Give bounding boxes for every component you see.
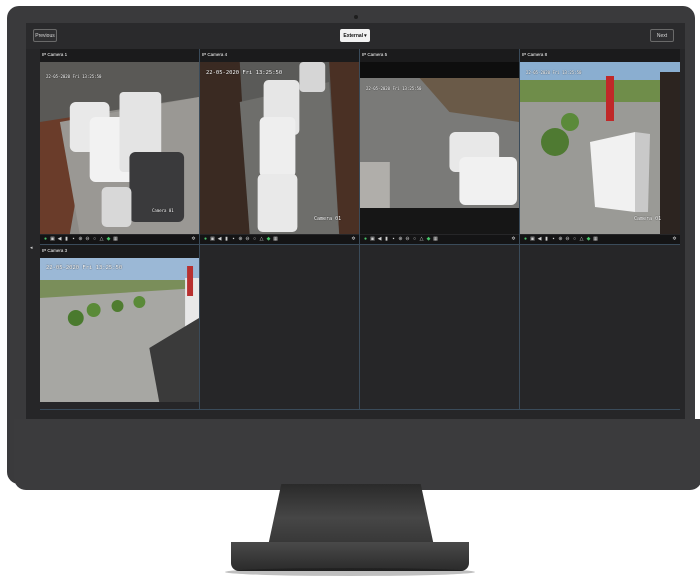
chevron-down-icon: ▾ (364, 32, 367, 39)
camera-tile[interactable]: IP Camera 4 22-05-2020 Fri 13:25:50 Came… (200, 49, 360, 245)
view-select[interactable]: External ▾ (340, 29, 370, 42)
camera-grid: IP Camera 1 22-05-2020 Fri 13:25:50 Came… (40, 49, 680, 410)
lock-icon[interactable]: ▮ (64, 237, 69, 242)
view-select-value: External (343, 32, 364, 39)
record-icon[interactable]: ● (523, 237, 528, 242)
light-icon[interactable]: △ (99, 237, 104, 242)
zoom-in-icon[interactable]: ⊕ (558, 237, 563, 242)
osd-timestamp: 22-05-2020 Fri 13:25:50 (366, 86, 422, 91)
camera-title: IP Camera 8 (520, 49, 680, 62)
camera-title: IP Camera 5 (360, 49, 519, 62)
camera-controls: ● ▣ ◀ ▮ ▪ ⊕ ⊖ ○ △ ◆ ▦ ✲ (200, 235, 359, 244)
camera-feed[interactable]: 22-05-2020 Fri 13:25:50 Camera 01 (520, 62, 680, 234)
monitor-stand-neck (268, 484, 434, 546)
camera-tile[interactable]: IP Camera 3 22-05-2020 Fri 13:25:50 (40, 245, 200, 410)
snapshot-icon[interactable]: ▣ (50, 237, 55, 242)
webcam-dot (354, 15, 358, 19)
next-button[interactable]: Next (650, 29, 674, 42)
light-icon[interactable]: △ (419, 237, 424, 242)
zoom-in-icon[interactable]: ⊕ (398, 237, 403, 242)
camera-feed[interactable]: 22-05-2020 Fri 13:25:50 Camera 01 (200, 62, 359, 234)
camera-tile[interactable]: IP Camera 1 22-05-2020 Fri 13:25:50 Came… (40, 49, 200, 245)
settings-icon[interactable]: ✲ (191, 237, 196, 242)
zoom-out-icon[interactable]: ⊖ (405, 237, 410, 242)
snapshot-icon[interactable]: ▣ (370, 237, 375, 242)
empty-camera-slot[interactable] (360, 245, 520, 410)
record-icon[interactable]: ● (43, 237, 48, 242)
collapse-panel-icon[interactable]: ◂ (30, 245, 33, 251)
previous-button[interactable]: Previous (33, 29, 57, 42)
zoom-out-icon[interactable]: ⊖ (245, 237, 250, 242)
monitor-chin (14, 419, 700, 490)
empty-camera-slot[interactable] (200, 245, 360, 410)
osd-timestamp: 22-05-2020 Fri 13:25:50 (526, 70, 582, 75)
osd-camera-label: Camera 01 (634, 216, 662, 222)
color-icon[interactable]: ◆ (586, 237, 591, 242)
lock-icon[interactable]: ▮ (544, 237, 549, 242)
monitor-stand-base (231, 542, 469, 571)
info-icon[interactable]: ▦ (113, 237, 118, 242)
zoom-out-icon[interactable]: ⊖ (565, 237, 570, 242)
info-icon[interactable]: ▦ (433, 237, 438, 242)
lock-icon[interactable]: ▮ (224, 237, 229, 242)
osd-timestamp: 22-05-2020 Fri 13:25:50 (46, 265, 123, 271)
audio-icon[interactable]: ◀ (537, 237, 542, 242)
camera-controls: ● ▣ ◀ ▮ ▪ ⊕ ⊖ ○ △ ◆ ▦ ✲ (520, 235, 680, 244)
osd-camera-label: Camera 01 (152, 208, 174, 213)
light-icon[interactable]: △ (259, 237, 264, 242)
stand-shadow (225, 568, 475, 576)
color-icon[interactable]: ◆ (266, 237, 271, 242)
lock-icon[interactable]: ▮ (384, 237, 389, 242)
empty-camera-slot[interactable] (520, 245, 680, 410)
snapshot-icon[interactable]: ▣ (210, 237, 215, 242)
settings-icon[interactable]: ✲ (511, 237, 516, 242)
camera-feed[interactable]: 22-05-2020 Fri 13:25:50 (360, 62, 519, 234)
zoom-out-icon[interactable]: ⊖ (85, 237, 90, 242)
zoom-in-icon[interactable]: ⊕ (78, 237, 83, 242)
settings-icon[interactable]: ✲ (351, 237, 356, 242)
play-icon[interactable]: ▪ (231, 237, 236, 242)
camera-title: IP Camera 4 (200, 49, 359, 62)
top-toolbar: Previous External ▾ Next (26, 23, 685, 49)
camera-feed[interactable]: 22-05-2020 Fri 13:25:50 Camera 01 (40, 62, 199, 234)
light-icon[interactable]: △ (579, 237, 584, 242)
ptz-icon[interactable]: ○ (412, 237, 417, 242)
screen: Previous External ▾ Next ◂ IP Camera 1 2… (26, 23, 685, 419)
camera-controls: ● ▣ ◀ ▮ ▪ ⊕ ⊖ ○ △ ◆ ▦ ✲ (40, 235, 199, 244)
camera-controls: ● ▣ ◀ ▮ ▪ ⊕ ⊖ ○ △ ◆ ▦ ✲ (360, 235, 519, 244)
ptz-icon[interactable]: ○ (92, 237, 97, 242)
stage: Previous External ▾ Next ◂ IP Camera 1 2… (0, 0, 700, 579)
play-icon[interactable]: ▪ (551, 237, 556, 242)
color-icon[interactable]: ◆ (426, 237, 431, 242)
camera-feed[interactable]: 22-05-2020 Fri 13:25:50 (40, 258, 199, 402)
play-icon[interactable]: ▪ (71, 237, 76, 242)
audio-icon[interactable]: ◀ (57, 237, 62, 242)
osd-camera-label: Camera 01 (314, 216, 342, 222)
camera-tile[interactable]: IP Camera 8 22-05-2020 Fri 13:25:50 Came… (520, 49, 680, 245)
info-icon[interactable]: ▦ (593, 237, 598, 242)
color-icon[interactable]: ◆ (106, 237, 111, 242)
audio-icon[interactable]: ◀ (377, 237, 382, 242)
ptz-icon[interactable]: ○ (572, 237, 577, 242)
record-icon[interactable]: ● (363, 237, 368, 242)
monitor-frame: Previous External ▾ Next ◂ IP Camera 1 2… (7, 6, 700, 490)
audio-icon[interactable]: ◀ (217, 237, 222, 242)
record-icon[interactable]: ● (203, 237, 208, 242)
osd-timestamp: 22-05-2020 Fri 13:25:50 (206, 70, 283, 76)
settings-icon[interactable]: ✲ (672, 237, 677, 242)
zoom-in-icon[interactable]: ⊕ (238, 237, 243, 242)
info-icon[interactable]: ▦ (273, 237, 278, 242)
play-icon[interactable]: ▪ (391, 237, 396, 242)
camera-title: IP Camera 3 (40, 245, 199, 258)
snapshot-icon[interactable]: ▣ (530, 237, 535, 242)
osd-timestamp: 22-05-2020 Fri 13:25:50 (46, 74, 102, 79)
camera-title: IP Camera 1 (40, 49, 199, 62)
camera-tile[interactable]: IP Camera 5 22-05-2020 Fri 13:25:50 ● ▣ … (360, 49, 520, 245)
ptz-icon[interactable]: ○ (252, 237, 257, 242)
